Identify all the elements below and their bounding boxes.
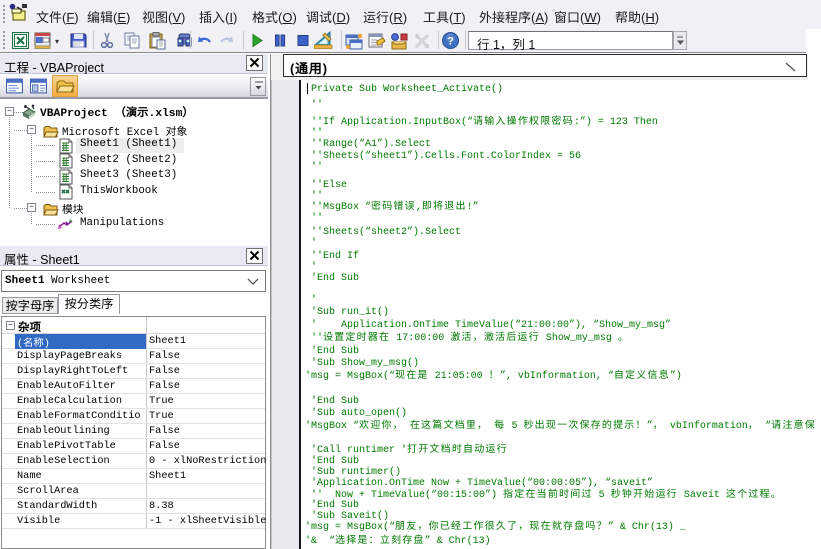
svg-text:?: ? (447, 36, 454, 48)
